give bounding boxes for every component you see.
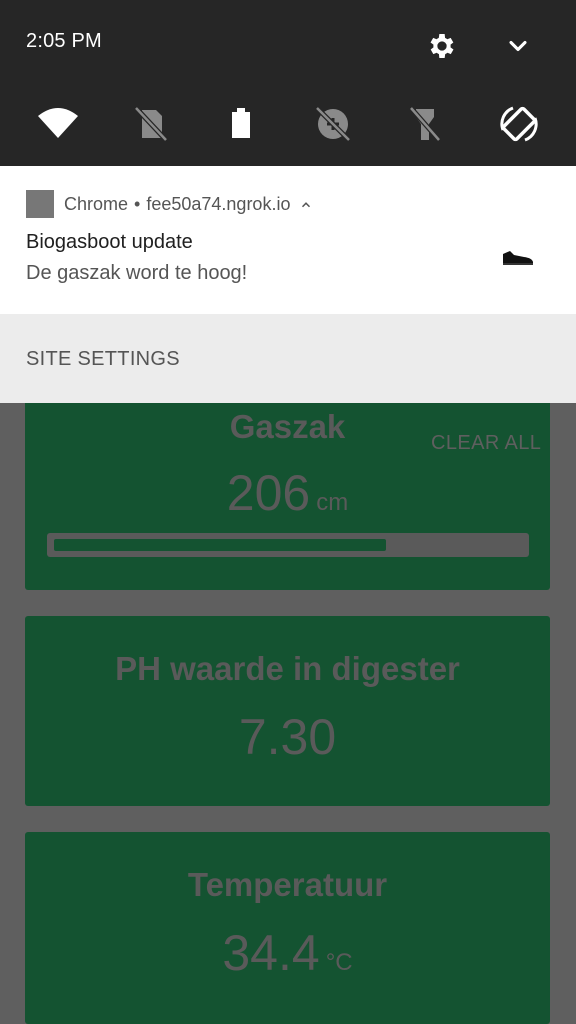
clear-all-button[interactable]: CLEAR ALL	[431, 432, 541, 455]
temperature-value: 34.4	[222, 925, 320, 981]
flashlight-icon[interactable]	[401, 100, 449, 148]
gaszak-unit: cm	[316, 489, 349, 516]
wifi-icon[interactable]	[34, 100, 82, 148]
notification-text: De gaszak word te hoog!	[26, 262, 248, 284]
notification-app-name: Chrome	[64, 194, 129, 214]
chevron-up-icon[interactable]	[299, 198, 313, 212]
gear-icon[interactable]	[426, 30, 458, 62]
card-value: 206 cm	[25, 464, 550, 522]
chrome-app-icon	[26, 190, 54, 218]
gaszak-progress-fill	[54, 539, 386, 551]
notification-source: fee50a74.ngrok.io	[146, 194, 291, 214]
notification-header: Chrome • fee50a74.ngrok.io	[64, 194, 313, 215]
data-saver-icon[interactable]	[309, 100, 357, 148]
card-title: Temperatuur	[187, 866, 388, 903]
ph-value: 7.30	[238, 709, 337, 765]
auto-rotate-icon[interactable]	[495, 100, 543, 148]
notification-title: Biogasboot update	[26, 231, 193, 253]
temperature-unit: °C	[325, 949, 353, 976]
battery-icon[interactable]	[217, 100, 265, 148]
shoe-icon	[500, 244, 536, 268]
card-value: 34.4 °C	[25, 924, 550, 982]
status-time: 2:05 PM	[26, 30, 102, 52]
ph-card: PH waarde in digester 7.30	[25, 616, 550, 806]
gaszak-value: 206	[226, 465, 311, 521]
separator-dot: •	[134, 194, 141, 214]
quick-settings-shade: 2:05 PM	[0, 0, 576, 166]
no-sim-icon[interactable]	[126, 100, 174, 148]
card-title: PH waarde in digester	[115, 650, 460, 687]
quick-settings-row	[0, 100, 576, 148]
chevron-down-icon[interactable]	[504, 32, 532, 60]
gaszak-progress-bar	[47, 533, 529, 557]
temperature-card: Temperatuur 34.4 °C	[25, 832, 550, 1024]
site-settings-button[interactable]: SITE SETTINGS	[26, 348, 180, 371]
gaszak-card: Gaszak 206 cm	[25, 392, 550, 590]
